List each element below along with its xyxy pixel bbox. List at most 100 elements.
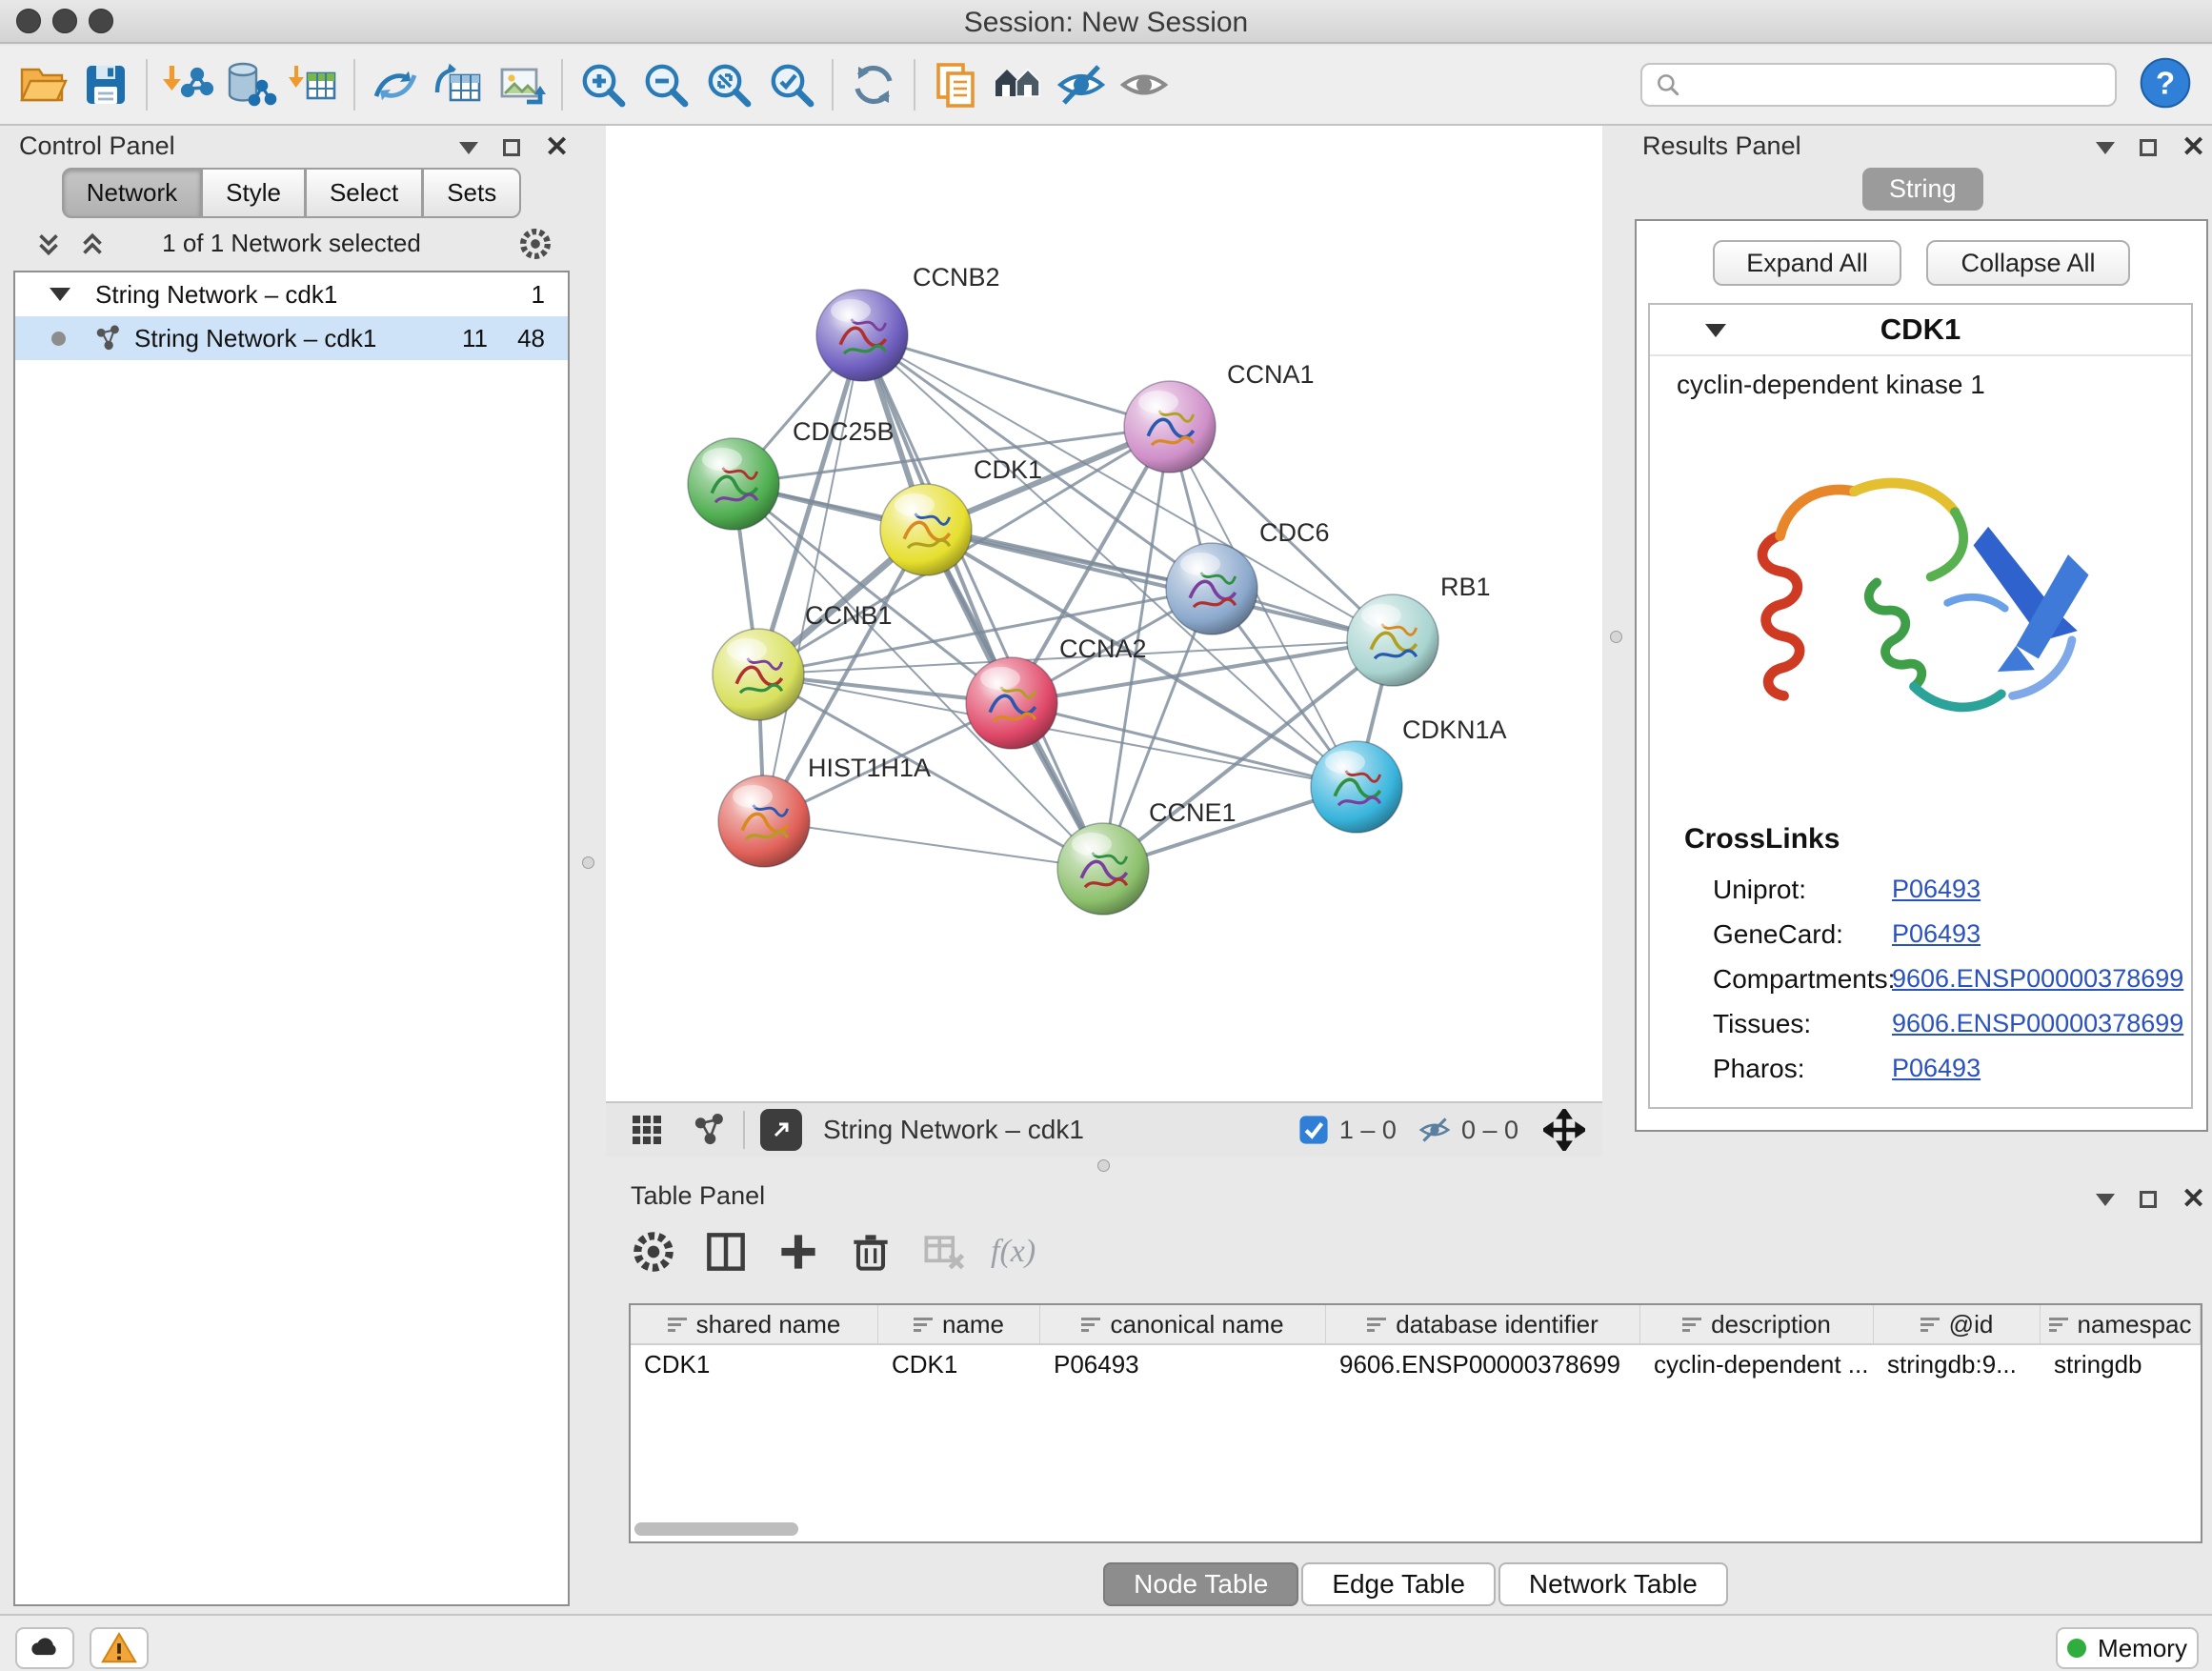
column-header-canonical-name[interactable]: canonical name [1040, 1305, 1326, 1343]
panel-float-icon[interactable] [2140, 1191, 2157, 1208]
grid-view-icon[interactable] [627, 1110, 667, 1150]
crosslink-compartments-link[interactable]: 9606.ENSP00000378699 [1892, 964, 2183, 994]
home-networks-icon[interactable] [987, 53, 1050, 116]
panel-close-icon[interactable]: ✕ [2182, 1185, 2205, 1214]
selected-checkbox-icon[interactable] [1297, 1114, 1330, 1146]
tab-select[interactable]: Select [306, 168, 423, 218]
pan-crosshair-icon[interactable] [1543, 1109, 1585, 1151]
copy-document-icon[interactable] [924, 53, 987, 116]
node-CDC6[interactable]: CDC6 [1166, 518, 1330, 634]
network-table-icon[interactable] [427, 53, 490, 116]
refresh-icon[interactable] [842, 53, 905, 116]
gene-section-header[interactable]: CDK1 [1650, 305, 2191, 356]
network-collection-row[interactable]: String Network – cdk1 1 [15, 272, 568, 316]
cloud-status-button[interactable] [15, 1627, 74, 1669]
panel-menu-icon[interactable] [459, 142, 478, 154]
panel-close-icon[interactable]: ✕ [545, 133, 569, 162]
toolbar-separator [914, 59, 915, 111]
open-session-icon[interactable] [11, 53, 74, 116]
add-column-icon[interactable] [774, 1227, 823, 1277]
network-from-selection-icon[interactable] [364, 53, 427, 116]
table-row[interactable]: CDK1CDK1P064939606.ENSP00000378699cyclin… [631, 1345, 2201, 1383]
crosslink-tissues-link[interactable]: 9606.ENSP00000378699 [1892, 1009, 2183, 1038]
crosslink-pharos-link[interactable]: P06493 [1892, 1054, 1981, 1083]
network-row-selected[interactable]: String Network – cdk1 11 48 [15, 316, 568, 360]
edge-CCNB2-CCNE1[interactable] [862, 335, 1103, 869]
node-CCNA1[interactable]: CCNA1 [1124, 360, 1315, 473]
node-HIST1H1A[interactable]: HIST1H1A [718, 754, 931, 867]
memory-button[interactable]: Memory [2056, 1627, 2199, 1669]
tab-node-table[interactable]: Node Table [1103, 1562, 1298, 1606]
save-session-icon[interactable] [74, 53, 137, 116]
import-table-icon[interactable] [282, 53, 345, 116]
tab-network[interactable]: Network [62, 168, 202, 218]
node-CCNB1[interactable]: CCNB1 [713, 601, 893, 720]
vertical-splitter-handle[interactable] [582, 856, 594, 869]
function-builder-icon[interactable]: f(x) [991, 1234, 1036, 1270]
crosslink-uniprot-link[interactable]: P06493 [1892, 875, 1981, 904]
column-header-description[interactable]: description [1640, 1305, 1874, 1343]
column-header-id[interactable]: @id [1874, 1305, 2041, 1343]
zoom-in-icon[interactable] [572, 53, 634, 116]
column-header-namespac[interactable]: namespac [2041, 1305, 2201, 1343]
hidden-eye-slash-icon[interactable] [1418, 1113, 1452, 1147]
delete-table-icon-disabled [918, 1227, 968, 1277]
horizontal-scrollbar-thumb[interactable] [634, 1522, 798, 1536]
delete-column-trash-icon[interactable] [846, 1227, 895, 1277]
panel-close-icon[interactable]: ✕ [2182, 133, 2205, 162]
edge-HIST1H1A-CCNE1[interactable] [764, 821, 1103, 869]
import-network-file-icon[interactable] [156, 53, 219, 116]
show-all-eye-icon[interactable] [1113, 53, 1176, 116]
node-CCNB2[interactable]: CCNB2 [816, 263, 1000, 381]
crosslink-label-tissues: Tissues: [1713, 1009, 1892, 1039]
crosslink-genecard-link[interactable]: P06493 [1892, 919, 1981, 949]
image-export-icon[interactable] [490, 53, 553, 116]
node-label-CDC6: CDC6 [1259, 518, 1330, 547]
panel-float-icon[interactable] [2140, 139, 2157, 156]
open-in-browser-button[interactable] [760, 1109, 802, 1151]
show-columns-icon[interactable] [701, 1227, 751, 1277]
tab-network-table[interactable]: Network Table [1498, 1562, 1728, 1606]
vertical-splitter-handle[interactable] [1610, 631, 1622, 643]
gene-symbol: CDK1 [1880, 312, 1961, 347]
panel-float-icon[interactable] [503, 139, 520, 156]
edge-CCNB2-HIST1H1A[interactable] [764, 335, 862, 821]
collection-expand-icon[interactable] [50, 288, 70, 301]
node-CCNE1[interactable]: CCNE1 [1057, 798, 1237, 915]
hide-selected-eye-slash-icon[interactable] [1050, 53, 1113, 116]
edge-CCNB2-CCNA1[interactable] [862, 335, 1170, 427]
zoom-out-icon[interactable] [634, 53, 697, 116]
horizontal-splitter-handle[interactable] [1097, 1159, 1110, 1172]
column-header-database-identifier[interactable]: database identifier [1326, 1305, 1640, 1343]
results-tab-string[interactable]: String [1862, 168, 1983, 211]
collapse-all-button[interactable]: Collapse All [1926, 240, 2130, 286]
column-header-name[interactable]: name [878, 1305, 1040, 1343]
expand-all-button[interactable]: Expand All [1713, 240, 1901, 286]
cell-id: stringdb:9... [1874, 1345, 2041, 1383]
warnings-button[interactable] [90, 1627, 149, 1669]
control-panel-tabs: Network Style Select Sets [10, 168, 573, 218]
network-edge-count: 48 [517, 324, 545, 353]
table-settings-gear-icon[interactable] [629, 1227, 678, 1277]
network-share-icon[interactable] [690, 1111, 728, 1149]
gene-collapse-icon[interactable] [1705, 324, 1726, 337]
memory-status-dot [2067, 1639, 2086, 1658]
zoom-selected-icon[interactable] [760, 53, 823, 116]
node-CCNA2[interactable]: CCNA2 [966, 634, 1147, 749]
panel-menu-icon[interactable] [2096, 142, 2115, 154]
node-RB1[interactable]: RB1 [1347, 573, 1491, 686]
node-CDKN1A[interactable]: CDKN1A [1311, 715, 1507, 833]
column-header-shared-name[interactable]: shared name [631, 1305, 878, 1343]
tab-style[interactable]: Style [202, 168, 306, 218]
network-canvas[interactable]: CCNB2 CCNA1 CDC25B CDK1 CDC6 RB1 CCNB1 [606, 126, 1602, 1101]
control-panel-gear-icon[interactable] [516, 225, 554, 268]
tab-sets[interactable]: Sets [423, 168, 521, 218]
zoom-fit-icon[interactable] [697, 53, 760, 116]
import-network-database-icon[interactable] [219, 53, 282, 116]
search-input[interactable] [1682, 70, 2103, 100]
panel-menu-icon[interactable] [2096, 1194, 2115, 1206]
sort-icon [668, 1317, 687, 1332]
toolbar-search[interactable] [1640, 63, 2117, 107]
help-button[interactable]: ? [2138, 55, 2193, 115]
tab-edge-table[interactable]: Edge Table [1301, 1562, 1496, 1606]
